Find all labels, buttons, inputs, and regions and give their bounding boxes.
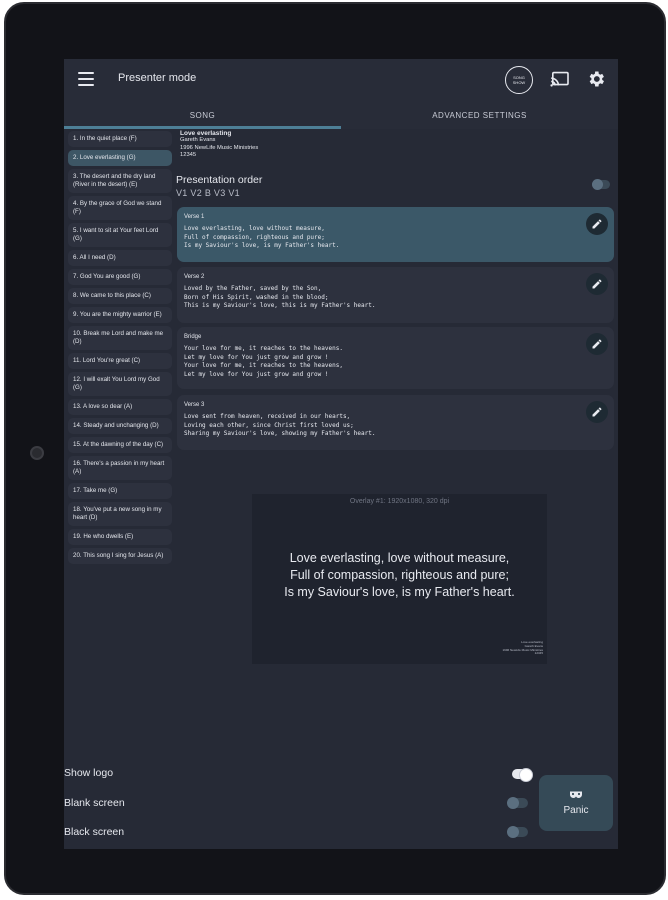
song-list-item[interactable]: 18. You've put a new song in my heart (D…	[68, 502, 172, 526]
song-list-item[interactable]: 14. Steady and unchanging (D)	[68, 418, 172, 434]
song-list-item[interactable]: 6. All I need (D)	[68, 250, 172, 266]
verse-lyrics: Your love for me, it reaches to the heav…	[184, 345, 343, 379]
tablet-frame: Presenter mode SONG SHOW SONG ADVANCED S…	[4, 2, 666, 895]
song-list-item[interactable]: 1. In the quiet place (F)	[68, 131, 172, 147]
song-list-item[interactable]: 16. There's a passion in my heart (A)	[68, 456, 172, 480]
preview-line: Is my Saviour's love, is my Father's hea…	[284, 585, 515, 599]
lyric-line: Love everlasting, love without measure,	[184, 225, 325, 232]
song-list-item[interactable]: 20. This song I sing for Jesus (A)	[68, 548, 172, 564]
song-number: 12345	[180, 152, 197, 159]
preview-credits: Love everlasting Gareth Evans 1996 NewLi…	[483, 640, 543, 656]
tab-bar: SONG ADVANCED SETTINGS	[64, 101, 618, 129]
pencil-icon	[592, 219, 602, 229]
panic-button[interactable]: Panic	[539, 775, 613, 831]
song-list-item[interactable]: 8. We came to this place (C)	[68, 288, 172, 304]
preview-caption: Overlay #1: 1920x1080, 320 dpi	[349, 498, 450, 505]
black-screen-toggle[interactable]	[507, 826, 528, 838]
lyric-line: Sharing my Saviour's love, showing my Fa…	[184, 430, 376, 437]
song-list-item[interactable]: 9. You are the mighty warrior (E)	[68, 307, 172, 323]
song-details: Love everlasting Gareth Evans 1996 NewLi…	[180, 130, 258, 160]
page-title: Presenter mode	[118, 72, 197, 84]
verse-label: Bridge	[184, 334, 202, 340]
show-logo-toggle[interactable]	[512, 768, 533, 782]
lyric-line: Let my love for You just grow and grow !	[184, 353, 329, 361]
show-logo-button[interactable]: SONG SHOW	[505, 66, 533, 94]
camera-lens	[30, 446, 44, 460]
song-title: Love everlasting	[180, 130, 232, 137]
app-screen: Presenter mode SONG SHOW SONG ADVANCED S…	[64, 59, 618, 849]
panic-label: Panic	[563, 805, 589, 816]
verse-card[interactable]: Bridge Your love for me, it reaches to t…	[177, 327, 614, 389]
verse-lyrics: Loved by the Father, saved by the Son, Bo…	[184, 285, 375, 311]
presentation-order-sequence: V1 V2 B V3 V1	[176, 188, 240, 198]
song-list-item[interactable]: 10. Break me Lord and make me (D)	[68, 326, 172, 350]
edit-verse-button[interactable]	[586, 273, 608, 295]
song-list-item[interactable]: 7. God You are good (G)	[68, 269, 172, 285]
song-list-item[interactable]: 5. I want to sit at Your feet Lord (G)	[68, 223, 172, 247]
mask-icon	[570, 791, 582, 798]
song-list: 1. In the quiet place (F) 2. Love everla…	[68, 131, 174, 567]
edit-verse-button[interactable]	[586, 213, 608, 235]
blank-screen-label: Blank screen	[64, 797, 125, 809]
pencil-icon	[592, 339, 602, 349]
song-list-item[interactable]: 12. I will exalt You Lord my God (G)	[68, 372, 172, 396]
song-copyright: 1996 NewLife Music Ministries	[180, 144, 259, 151]
presentation-preview: Overlay #1: 1920x1080, 320 dpi Love ever…	[252, 494, 547, 664]
lyric-line: Full of compassion, righteous and pure;	[184, 233, 325, 241]
lyric-line: Your love for me, it reaches to the heav…	[184, 345, 343, 352]
verse-lyrics: Love sent from heaven, received in our h…	[184, 413, 375, 439]
blank-screen-toggle[interactable]	[507, 797, 528, 809]
song-list-item-selected[interactable]: 2. Love everlasting (G)	[68, 150, 172, 166]
verse-card-selected[interactable]: Verse 1 Love everlasting, love without m…	[177, 207, 614, 262]
menu-icon[interactable]	[78, 72, 94, 86]
lyric-line: Let my love for You just grow and grow !	[184, 370, 329, 378]
tab-song[interactable]: SONG	[64, 101, 341, 129]
song-list-item[interactable]: 19. He who dwells (E)	[68, 529, 172, 545]
presentation-order-title: Presentation order	[176, 174, 263, 186]
top-app-bar: Presenter mode SONG SHOW	[64, 59, 618, 101]
presentation-order-toggle[interactable]	[592, 179, 610, 190]
verse-label: Verse 3	[184, 402, 205, 408]
gear-icon[interactable]	[586, 69, 606, 89]
lyric-line: This is my Saviour's love, this is my Fa…	[184, 302, 376, 309]
verse-label: Verse 2	[184, 274, 205, 280]
lyric-line: Born of His Spirit, washed in the blood;	[184, 293, 329, 301]
cast-icon[interactable]	[550, 71, 570, 87]
preview-line: Love everlasting, love without measure,	[289, 551, 510, 565]
tab-indicator	[64, 126, 341, 129]
edit-verse-button[interactable]	[586, 333, 608, 355]
lyric-line: Is my Saviour's love, is my Father's hea…	[184, 242, 340, 249]
verse-card[interactable]: Verse 3 Love sent from heaven, received …	[177, 395, 614, 450]
verse-card[interactable]: Verse 2 Loved by the Father, saved by th…	[177, 267, 614, 323]
logo-text-line2: SHOW	[512, 80, 526, 85]
lyric-line: Your love for me, it reaches to the heav…	[184, 362, 343, 369]
verse-label: Verse 1	[184, 214, 205, 220]
pencil-icon	[592, 407, 602, 417]
song-list-item[interactable]: 17. Take me (G)	[68, 483, 172, 499]
pencil-icon	[592, 279, 602, 289]
song-list-item[interactable]: 11. Lord You're great (C)	[68, 353, 172, 369]
black-screen-label: Black screen	[64, 826, 125, 838]
credit-line: 12345	[534, 651, 543, 656]
lyric-line: Loved by the Father, saved by the Son,	[184, 285, 322, 292]
song-author: Gareth Evans	[180, 137, 216, 144]
verse-lyrics: Love everlasting, love without measure, F…	[184, 225, 339, 251]
lyric-line: Love sent from heaven, received in our h…	[184, 413, 351, 420]
song-list-item[interactable]: 13. A love so dear (A)	[68, 399, 172, 415]
song-list-item[interactable]: 4. By the grace of God we stand (F)	[68, 196, 172, 220]
edit-verse-button[interactable]	[586, 401, 608, 423]
song-list-item[interactable]: 3. The desert and the dry land (River in…	[68, 169, 172, 193]
preview-line: Full of compassion, righteous and pure;	[290, 568, 509, 582]
tab-advanced-settings[interactable]: ADVANCED SETTINGS	[341, 101, 618, 129]
preview-lyrics: Love everlasting, love without measure, …	[252, 550, 547, 601]
lyric-line: Loving each other, since Christ first lo…	[184, 421, 354, 429]
song-list-item[interactable]: 15. At the dawning of the day (C)	[68, 437, 172, 453]
show-logo-label: Show logo	[64, 767, 114, 779]
